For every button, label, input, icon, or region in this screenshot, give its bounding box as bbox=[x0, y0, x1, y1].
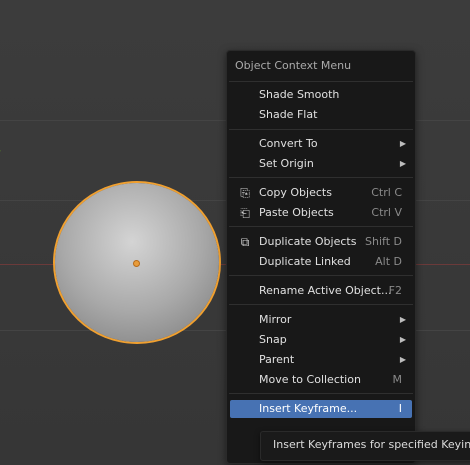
submenu-arrow-icon: ▶ bbox=[399, 315, 406, 324]
copy-icon: ⎘ bbox=[240, 186, 250, 200]
submenu-arrow-icon: ▶ bbox=[399, 335, 406, 344]
tooltip-text: Insert Keyframes for specified Keying Se bbox=[273, 438, 470, 451]
menu-item-label: Set Origin bbox=[259, 157, 314, 170]
menu-item-insert-keyframe[interactable]: Insert Keyframe... I bbox=[230, 400, 412, 418]
shortcut-label: I bbox=[398, 402, 402, 415]
duplicate-icon: ⧉ bbox=[240, 235, 250, 249]
menu-item-label: Duplicate Objects bbox=[259, 235, 357, 248]
separator bbox=[229, 129, 413, 130]
shortcut-label: F2 bbox=[388, 284, 402, 297]
object-origin-dot bbox=[133, 260, 140, 267]
paste-icon: ⎗ bbox=[240, 206, 250, 220]
menu-item-parent[interactable]: Parent ▶ bbox=[230, 351, 412, 369]
menu-item-label: Shade Smooth bbox=[259, 88, 340, 101]
shortcut-label: Alt D bbox=[375, 255, 402, 268]
submenu-arrow-icon: ▶ bbox=[399, 159, 406, 168]
menu-item-label: Move to Collection bbox=[259, 373, 361, 386]
menu-item-duplicate-objects[interactable]: ⧉ Duplicate Objects Shift D bbox=[230, 233, 412, 251]
menu-item-label: Rename Active Object... bbox=[259, 284, 392, 297]
menu-item-shade-smooth[interactable]: Shade Smooth bbox=[230, 86, 412, 104]
menu-item-paste-objects[interactable]: ⎗ Paste Objects Ctrl V bbox=[230, 204, 412, 222]
menu-item-label: Snap bbox=[259, 333, 287, 346]
submenu-arrow-icon: ▶ bbox=[399, 355, 406, 364]
menu-item-label: Copy Objects bbox=[259, 186, 332, 199]
menu-title: Object Context Menu bbox=[235, 59, 352, 72]
separator bbox=[229, 275, 413, 276]
menu-item-copy-objects[interactable]: ⎘ Copy Objects Ctrl C bbox=[230, 184, 412, 202]
shortcut-label: M bbox=[392, 373, 403, 386]
shortcut-label: Ctrl C bbox=[371, 186, 402, 199]
menu-item-label: Parent bbox=[259, 353, 295, 366]
object-context-menu: Object Context Menu Shade Smooth Shade F… bbox=[226, 50, 416, 464]
menu-item-duplicate-linked[interactable]: Duplicate Linked Alt D bbox=[230, 253, 412, 271]
menu-item-label: Convert To bbox=[259, 137, 318, 150]
separator bbox=[229, 393, 413, 394]
shortcut-label: Ctrl V bbox=[371, 206, 402, 219]
menu-item-snap[interactable]: Snap ▶ bbox=[230, 331, 412, 349]
separator bbox=[229, 226, 413, 227]
menu-item-label: Insert Keyframe... bbox=[259, 402, 358, 415]
menu-item-move-to-collection[interactable]: Move to Collection M bbox=[230, 371, 412, 389]
separator bbox=[229, 177, 413, 178]
menu-item-label: Duplicate Linked bbox=[259, 255, 351, 268]
menu-item-label: Mirror bbox=[259, 313, 292, 326]
separator bbox=[229, 81, 413, 82]
menu-item-mirror[interactable]: Mirror ▶ bbox=[230, 311, 412, 329]
y-axis-line bbox=[0, 150, 1, 168]
menu-item-convert-to[interactable]: Convert To ▶ bbox=[230, 135, 412, 153]
menu-item-rename-active-object[interactable]: Rename Active Object... F2 bbox=[230, 282, 412, 300]
shortcut-label: Shift D bbox=[365, 235, 402, 248]
menu-item-label: Shade Flat bbox=[259, 108, 318, 121]
submenu-arrow-icon: ▶ bbox=[399, 139, 406, 148]
separator bbox=[229, 304, 413, 305]
menu-item-label: Paste Objects bbox=[259, 206, 334, 219]
menu-item-shade-flat[interactable]: Shade Flat bbox=[230, 106, 412, 124]
menu-item-set-origin[interactable]: Set Origin ▶ bbox=[230, 155, 412, 173]
tooltip: Insert Keyframes for specified Keying Se bbox=[260, 431, 470, 461]
